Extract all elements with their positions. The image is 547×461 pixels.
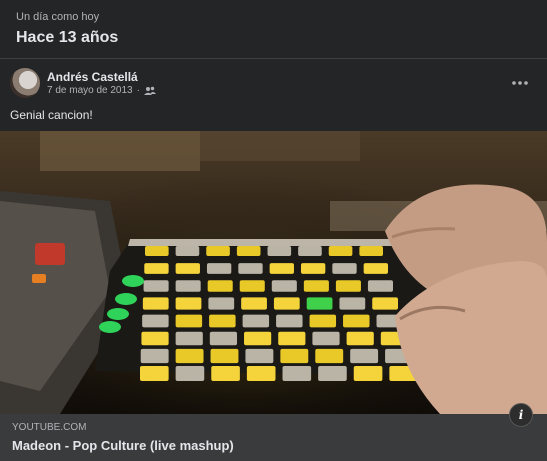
launchpad-pad	[332, 263, 357, 274]
link-preview-bar[interactable]: YOUTUBE.COM Madeon - Pop Culture (live m…	[0, 414, 547, 461]
memory-kicker: Un día como hoy	[16, 11, 100, 23]
launchpad-pad	[141, 331, 169, 346]
more-options-icon[interactable]	[508, 75, 532, 91]
launchpad-pad	[267, 246, 292, 256]
link-domain: YOUTUBE.COM	[12, 422, 87, 433]
launchpad-pad	[303, 280, 329, 292]
video-thumbnail[interactable]	[0, 131, 547, 414]
launchpad-pad	[367, 280, 393, 292]
launchpad-pad	[140, 366, 169, 381]
launchpad-pad	[353, 366, 383, 381]
memory-header: Un día como hoy Hace 13 años	[0, 0, 547, 59]
launchpad-pad	[175, 280, 201, 292]
launchpad-pad	[278, 331, 306, 346]
launchpad-pad	[309, 314, 337, 328]
launchpad-pad	[175, 297, 202, 310]
launchpad-pad	[211, 366, 240, 381]
post-meta: 7 de mayo de 2013 ·	[47, 85, 156, 96]
launchpad-pad	[241, 297, 267, 310]
launchpad-pad	[276, 314, 303, 328]
memory-title: Hace 13 años	[16, 29, 119, 46]
launchpad-pad	[350, 348, 379, 364]
launchpad-pad	[339, 297, 366, 310]
launchpad-pad	[142, 297, 169, 310]
launchpad-pad	[210, 348, 239, 364]
launchpad-pad	[175, 348, 204, 364]
launchpad-side-button	[99, 321, 121, 333]
launchpad-pad	[142, 314, 169, 328]
video-thumbnail-image	[0, 131, 547, 414]
post-author[interactable]: Andrés Castellá	[47, 70, 138, 84]
launchpad-pad	[335, 280, 361, 292]
launchpad-pad	[318, 366, 347, 381]
launchpad-pad	[372, 297, 398, 310]
launchpad-pad	[175, 246, 200, 256]
launchpad-pad	[306, 297, 333, 310]
launchpad-pad	[140, 348, 169, 364]
launchpad-pad	[238, 263, 263, 274]
launchpad-pad	[298, 246, 322, 256]
launchpad-pad	[363, 263, 388, 274]
launchpad-pad	[239, 280, 265, 292]
launchpad-pad	[245, 348, 274, 364]
launchpad-pad	[175, 314, 203, 328]
info-icon[interactable]: i	[509, 403, 533, 427]
avatar[interactable]	[10, 68, 40, 98]
launchpad-pad	[328, 246, 353, 256]
launchpad-pad	[282, 366, 312, 381]
launchpad-pad	[244, 331, 272, 346]
launchpad-pad	[269, 263, 294, 274]
launchpad-pad	[315, 348, 344, 364]
post-date[interactable]: 7 de mayo de 2013	[47, 85, 133, 96]
launchpad-pad	[206, 263, 232, 274]
launchpad-pad	[246, 366, 276, 381]
launchpad-pad	[312, 331, 340, 346]
launchpad-pad	[271, 280, 297, 292]
launchpad-pad	[206, 246, 230, 256]
launchpad-pad	[343, 314, 370, 328]
friends-icon	[143, 86, 156, 95]
launchpad-pad	[175, 263, 200, 274]
launchpad-pad	[209, 331, 238, 346]
launchpad-side-button	[107, 308, 129, 320]
launchpad-pad	[175, 331, 203, 346]
launchpad-pad	[145, 246, 169, 256]
launchpad-pad	[300, 263, 326, 274]
launchpad-pad	[143, 280, 169, 292]
launchpad-pad	[207, 280, 233, 292]
launchpad-pad	[175, 366, 205, 381]
post-text: Genial cancion!	[10, 108, 93, 122]
launchpad-side-button	[122, 275, 144, 287]
link-title[interactable]: Madeon - Pop Culture (live mashup)	[12, 438, 234, 453]
launchpad-pad	[346, 331, 374, 346]
launchpad-pad	[209, 314, 236, 328]
launchpad-pad	[236, 246, 261, 256]
launchpad-pad	[144, 263, 169, 274]
post-meta-separator: ·	[136, 85, 140, 96]
launchpad-pad	[280, 348, 309, 364]
launchpad-pad	[208, 297, 235, 310]
launchpad-pad	[273, 297, 300, 310]
launchpad-side-button	[115, 293, 137, 305]
launchpad-pad	[242, 314, 270, 328]
launchpad-pad	[359, 246, 383, 256]
